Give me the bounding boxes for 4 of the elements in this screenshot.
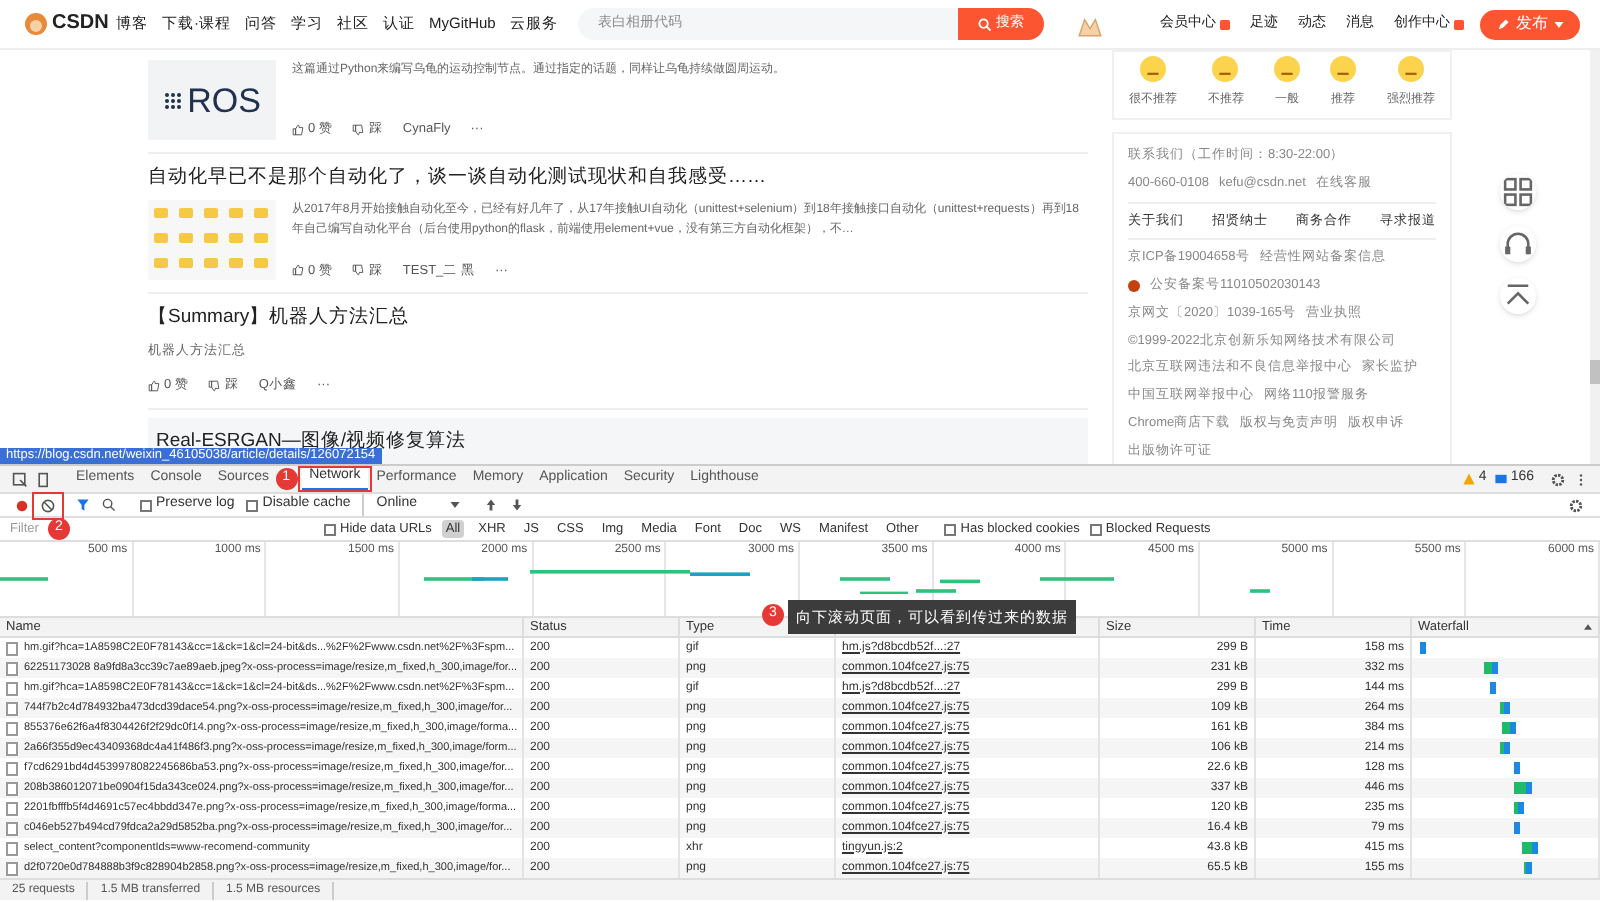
article-title[interactable]: 【Summary】机器人方法汇总	[148, 304, 1088, 333]
logo-text: ROS	[187, 83, 261, 117]
logo-text[interactable]: CSDN	[52, 14, 109, 34]
article-title[interactable]: 自动化早已不是那个自动化了，谈一谈自动化测试现状和自我感受……	[148, 164, 1088, 193]
